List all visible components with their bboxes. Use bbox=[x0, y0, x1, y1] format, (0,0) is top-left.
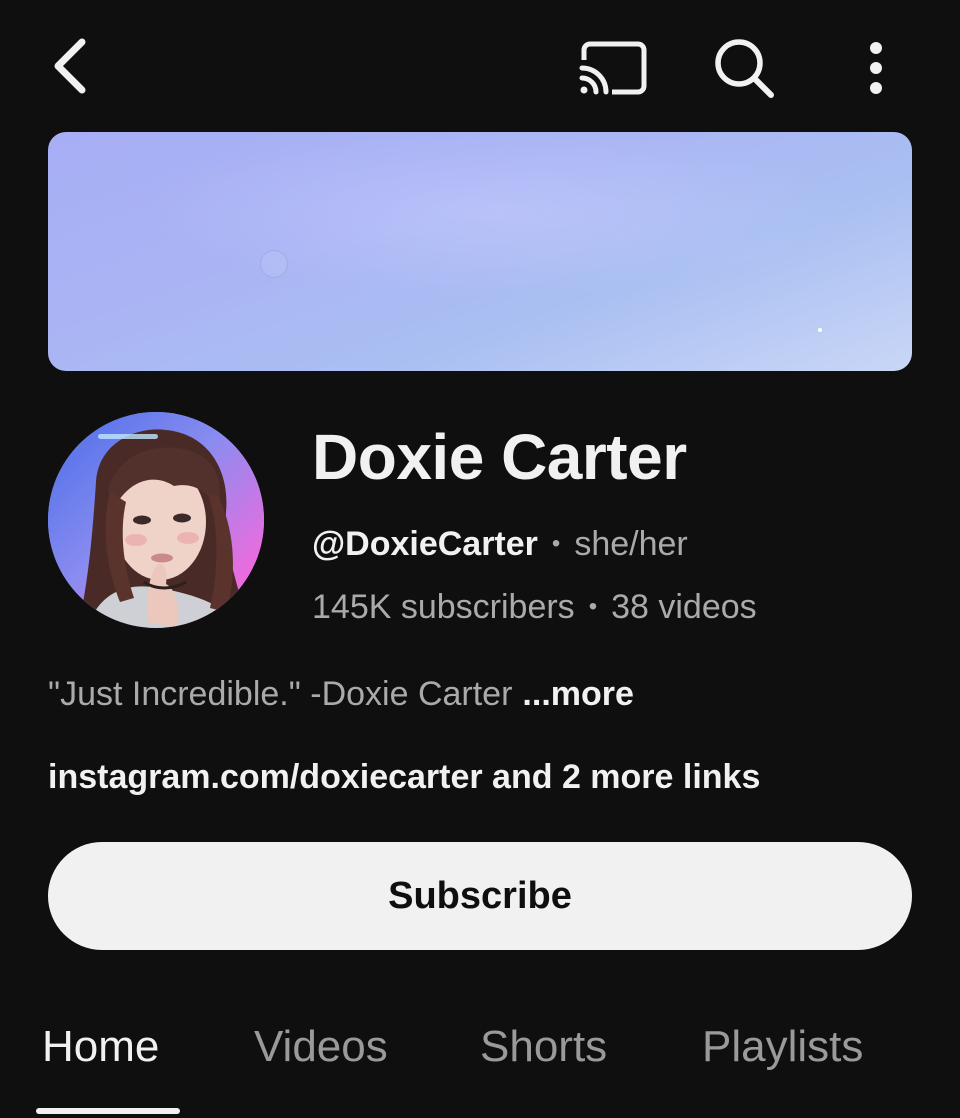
video-count: 38 videos bbox=[611, 588, 757, 626]
tab-home[interactable]: Home bbox=[42, 1022, 159, 1072]
vertical-dots-icon bbox=[870, 42, 882, 94]
channel-handle-line: @DoxieCarter • she/her bbox=[312, 525, 688, 564]
channel-avatar[interactable] bbox=[48, 412, 264, 628]
tab-videos[interactable]: Videos bbox=[254, 1022, 388, 1072]
cast-icon bbox=[579, 41, 647, 95]
tab-shorts[interactable]: Shorts bbox=[480, 1022, 607, 1072]
channel-stats-line: 145K subscribers • 38 videos bbox=[312, 588, 757, 627]
channel-handle: @DoxieCarter bbox=[312, 525, 538, 563]
channel-pronouns: she/her bbox=[574, 525, 688, 563]
banner-sparkle bbox=[818, 328, 822, 332]
separator-dot: • bbox=[551, 530, 561, 557]
separator-dot: • bbox=[588, 593, 598, 620]
top-app-bar bbox=[0, 0, 960, 132]
more-options-button[interactable] bbox=[846, 32, 906, 104]
description-text: "Just Incredible." -Doxie Carter bbox=[48, 675, 513, 713]
channel-links[interactable]: instagram.com/doxiecarter and 2 more lin… bbox=[48, 758, 760, 797]
chevron-left-icon bbox=[54, 38, 86, 94]
description-more-link[interactable]: ...more bbox=[522, 675, 633, 713]
active-tab-indicator bbox=[36, 1108, 180, 1114]
subscriber-count: 145K subscribers bbox=[312, 588, 575, 626]
tab-playlists[interactable]: Playlists bbox=[702, 1022, 863, 1072]
search-button[interactable] bbox=[706, 30, 782, 106]
search-icon bbox=[715, 39, 774, 98]
back-button[interactable] bbox=[34, 30, 106, 102]
channel-name: Doxie Carter bbox=[312, 421, 687, 493]
banner-orb bbox=[260, 250, 288, 278]
avatar-portrait bbox=[48, 412, 264, 628]
cast-button[interactable] bbox=[572, 32, 652, 104]
subscribe-button[interactable]: Subscribe bbox=[48, 842, 912, 950]
channel-banner bbox=[48, 132, 912, 371]
channel-description[interactable]: "Just Incredible." -Doxie Carter ...more bbox=[48, 675, 634, 714]
channel-page: Doxie Carter @DoxieCarter • she/her 145K s… bbox=[0, 0, 960, 1118]
channel-tabs: Home Videos Shorts Playlists bbox=[0, 1010, 960, 1118]
